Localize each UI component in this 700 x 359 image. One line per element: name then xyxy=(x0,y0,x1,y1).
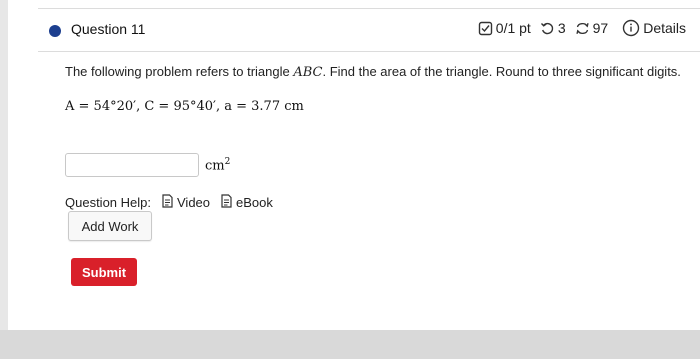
document-icon xyxy=(220,194,236,211)
retries-count: 3 xyxy=(557,20,566,36)
question-header: Question 11 0/1 pt 3 97 Details xyxy=(8,12,700,50)
top-divider xyxy=(38,8,700,9)
details-button[interactable]: Details xyxy=(622,19,686,37)
ebook-link[interactable]: eBook xyxy=(220,194,273,211)
question-help-label: Question Help: xyxy=(65,195,151,210)
question-title: Question 11 xyxy=(71,21,146,37)
given-values: A = 54°20′, C = 95°40′, a = 3.77 cm xyxy=(65,99,304,114)
refresh-arrows-icon xyxy=(575,21,590,36)
question-meta: 0/1 pt 3 97 Details xyxy=(469,19,686,37)
video-label: Video xyxy=(177,195,211,210)
answer-unit: cm2 xyxy=(205,157,230,173)
document-icon xyxy=(161,194,177,211)
question-body: The following problem refers to triangle… xyxy=(65,62,685,286)
question-help: Question Help: Video eBook xyxy=(65,194,273,211)
answer-row: cm2 xyxy=(65,153,230,177)
score-text: 0/1 pt xyxy=(495,20,531,36)
header-divider xyxy=(38,51,700,52)
attempts-count: 97 xyxy=(592,20,609,36)
attempts-indicator: 97 xyxy=(575,20,609,36)
triangle-name: ABC xyxy=(293,65,323,80)
answer-input[interactable] xyxy=(65,153,199,177)
add-work-button[interactable]: Add Work xyxy=(68,211,152,241)
score-indicator: 0/1 pt xyxy=(478,20,531,36)
details-label: Details xyxy=(643,20,686,36)
checkbox-score-icon xyxy=(478,21,493,36)
prompt-text-before: The following problem refers to triangle xyxy=(65,64,294,79)
ebook-label: eBook xyxy=(236,195,273,210)
question-panel: Question 11 0/1 pt 3 97 Details The foll… xyxy=(8,0,700,330)
retries-indicator: 3 xyxy=(540,20,566,36)
prompt-text-after: . Find the area of the triangle. Round t… xyxy=(322,64,681,79)
retry-icon xyxy=(540,21,555,36)
page-footer-background xyxy=(0,330,700,359)
status-dot-icon xyxy=(49,25,61,37)
unit-text: cm xyxy=(205,158,225,174)
video-link[interactable]: Video xyxy=(161,194,210,211)
unit-exponent: 2 xyxy=(224,157,231,167)
problem-statement: The following problem refers to triangle… xyxy=(65,62,685,82)
info-icon xyxy=(622,19,640,37)
submit-button[interactable]: Submit xyxy=(71,258,137,286)
